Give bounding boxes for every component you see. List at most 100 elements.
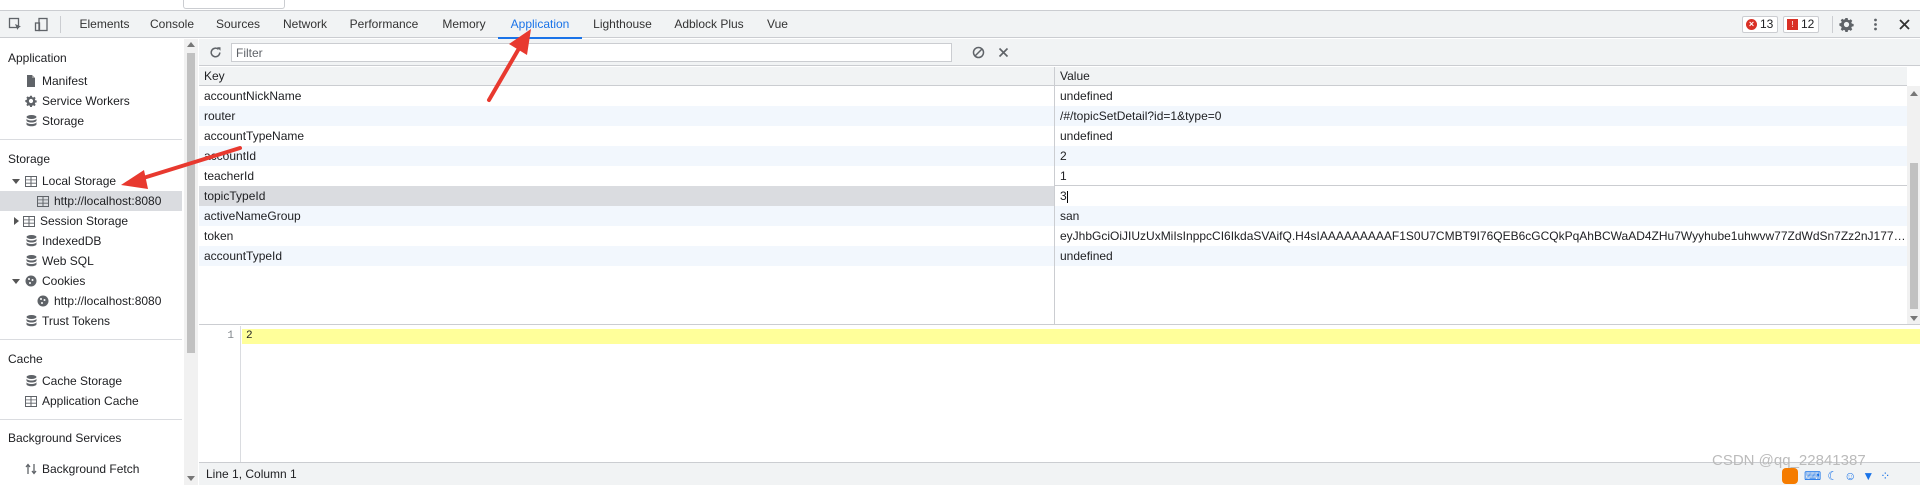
scrollbar-thumb[interactable]	[187, 53, 195, 353]
devtools-tabbar: Elements Console Sources Network Perform…	[0, 11, 1920, 39]
sidebar-item-label: Application Cache	[42, 394, 139, 408]
row-key[interactable]: teacherId	[199, 166, 1054, 186]
application-sidebar: Application Manifest Service Workers Sto…	[0, 39, 186, 485]
scrollbar-thumb[interactable]	[1910, 163, 1918, 309]
tab-application[interactable]: Application	[498, 11, 582, 39]
row-key[interactable]: accountTypeId	[199, 246, 1054, 266]
row-key[interactable]: accountTypeName	[199, 126, 1054, 146]
table-row[interactable]: token eyJhbGciOiJIUzUxMiIsInppcCI6IkdaSV…	[199, 226, 1907, 246]
table-row[interactable]: accountTypeName undefined	[199, 126, 1907, 146]
sidebar-item-web-sql[interactable]: Web SQL	[24, 251, 94, 271]
row-value[interactable]: 2	[1055, 146, 1907, 166]
device-toolbar-icon[interactable]	[32, 15, 51, 34]
sidebar-item-label: Session Storage	[40, 214, 129, 228]
issues-counter[interactable]: ! 12	[1783, 16, 1820, 33]
inspect-element-icon[interactable]	[6, 15, 25, 34]
row-value[interactable]: undefined	[1055, 126, 1907, 146]
sidebar-item-cookies[interactable]: Cookies	[12, 271, 85, 291]
row-key[interactable]: accountId	[199, 146, 1054, 166]
editor-content[interactable]: 2	[246, 330, 253, 342]
row-key[interactable]: accountNickName	[199, 86, 1054, 106]
settings-gear-icon[interactable]	[1837, 15, 1856, 34]
sidebar-item-cookies-origin[interactable]: http://localhost:8080	[36, 291, 161, 311]
table-row[interactable]: activeNameGroup san	[199, 206, 1907, 226]
row-value[interactable]: san	[1055, 206, 1907, 226]
more-options-icon[interactable]	[1866, 15, 1885, 34]
grid-icon	[36, 194, 50, 208]
tab-sources[interactable]: Sources	[209, 11, 267, 38]
browser-tab-stub[interactable]	[183, 0, 285, 9]
table-row[interactable]: teacherId 1	[199, 166, 1907, 186]
sidebar-item-trust-tokens[interactable]: Trust Tokens	[24, 311, 110, 331]
clear-all-icon[interactable]	[969, 43, 988, 62]
tab-vue[interactable]: Vue	[759, 11, 796, 38]
scroll-up-arrow-icon[interactable]	[187, 42, 195, 47]
sidebar-item-label: IndexedDB	[42, 234, 102, 248]
sidebar-item-indexeddb[interactable]: IndexedDB	[24, 231, 101, 251]
table-row[interactable]: accountTypeId undefined	[199, 246, 1907, 266]
table-row[interactable]: router /#/topicSetDetail?id=1&type=0	[199, 106, 1907, 126]
sidebar-section-storage: Storage	[8, 152, 51, 166]
scroll-down-arrow-icon[interactable]	[187, 476, 195, 481]
tab-adblock-plus[interactable]: Adblock Plus	[667, 11, 751, 38]
row-key[interactable]: token	[199, 226, 1054, 246]
sidebar-divider	[0, 339, 182, 340]
tab-separator	[1832, 16, 1833, 33]
sidebar-item-application-cache[interactable]: Application Cache	[24, 391, 139, 411]
issue-flag-icon: !	[1787, 19, 1798, 30]
sidebar-item-label: Trust Tokens	[42, 314, 111, 328]
database-icon	[24, 254, 38, 268]
tab-performance[interactable]: Performance	[342, 11, 426, 38]
column-header-value[interactable]: Value	[1055, 67, 1090, 86]
expand-arrow-icon[interactable]	[12, 178, 20, 184]
edited-value[interactable]: 3	[1060, 189, 1067, 203]
row-value[interactable]: eyJhbGciOiJIUzUxMiIsInppcCI6IkdaSVAifQ.H…	[1055, 226, 1907, 246]
table-scrollbar[interactable]	[1907, 86, 1920, 324]
error-counter[interactable]: × 13	[1742, 16, 1779, 33]
sidebar-item-manifest[interactable]: Manifest	[24, 71, 87, 91]
refresh-icon[interactable]	[206, 43, 225, 62]
sidebar-item-session-storage[interactable]: Session Storage	[12, 211, 128, 231]
moon-icon: ☾	[1827, 468, 1839, 483]
sidebar-item-label: Web SQL	[42, 254, 94, 268]
row-value-editing[interactable]: 3	[1054, 185, 1908, 207]
table-row-selected[interactable]: topicTypeId 3	[199, 185, 1908, 207]
scroll-down-arrow-icon[interactable]	[1910, 316, 1918, 321]
table-row[interactable]: accountId 2	[199, 146, 1907, 166]
row-key[interactable]: activeNameGroup	[199, 206, 1054, 226]
sidebar-item-local-storage-origin[interactable]: http://localhost:8080	[0, 191, 182, 211]
database-icon	[24, 114, 38, 128]
tab-network[interactable]: Network	[276, 11, 334, 38]
value-preview-editor[interactable]: 1 2	[199, 326, 1920, 462]
tab-console[interactable]: Console	[143, 11, 201, 38]
table-header: Key Value	[199, 67, 1907, 86]
sidebar-item-cache-storage[interactable]: Cache Storage	[24, 371, 122, 391]
sidebar-item-local-storage[interactable]: Local Storage	[12, 171, 116, 191]
filter-input[interactable]	[231, 43, 952, 62]
sidebar-item-background-fetch[interactable]: Background Fetch	[24, 459, 139, 479]
row-value[interactable]: undefined	[1055, 86, 1907, 106]
row-key[interactable]: router	[199, 106, 1054, 126]
close-devtools-icon[interactable]	[1895, 15, 1914, 34]
sidebar-item-storage[interactable]: Storage	[24, 111, 84, 131]
column-divider[interactable]	[1054, 67, 1055, 324]
sidebar-scrollbar[interactable]	[184, 39, 198, 485]
column-header-key[interactable]: Key	[199, 67, 225, 86]
table-row[interactable]: accountNickName undefined	[199, 86, 1907, 106]
grid-icon	[24, 394, 38, 408]
sidebar-section-application: Application	[8, 51, 67, 65]
tab-memory[interactable]: Memory	[434, 11, 494, 38]
collapse-arrow-icon[interactable]	[14, 217, 19, 225]
tab-lighthouse[interactable]: Lighthouse	[587, 11, 658, 38]
row-key[interactable]: topicTypeId	[199, 186, 1054, 206]
row-value[interactable]: 1	[1055, 166, 1907, 186]
line-number: 1	[227, 330, 234, 342]
row-value[interactable]: /#/topicSetDetail?id=1&type=0	[1055, 106, 1907, 126]
row-value[interactable]: undefined	[1055, 246, 1907, 266]
expand-arrow-icon[interactable]	[12, 278, 20, 284]
sidebar-item-label: Manifest	[42, 74, 88, 88]
sidebar-item-service-workers[interactable]: Service Workers	[24, 91, 130, 111]
delete-selected-icon[interactable]	[994, 43, 1013, 62]
tab-elements[interactable]: Elements	[73, 11, 136, 38]
scroll-up-arrow-icon[interactable]	[1910, 91, 1918, 96]
